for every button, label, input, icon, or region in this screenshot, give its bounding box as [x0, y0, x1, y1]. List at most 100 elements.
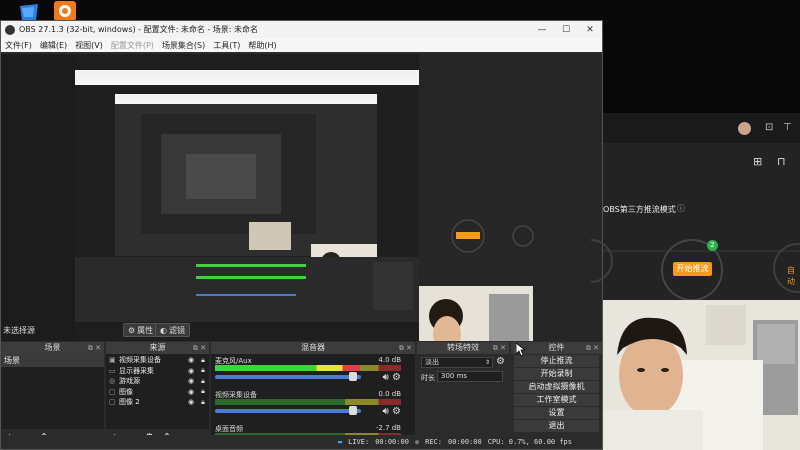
obs-titlebar: OBS 27.1.3 (32-bit, windows) - 配置文件: 未命名…	[1, 21, 602, 38]
gift-icon[interactable]: ⊞	[753, 155, 762, 168]
lock-icon[interactable]: 🔒︎	[197, 356, 209, 365]
spinner-arrows-icon: ⇕	[484, 359, 490, 366]
transition-gear-icon[interactable]: ⚙	[496, 356, 505, 367]
scenes-dock-header: 场景 ⧉ ✕	[1, 342, 104, 354]
source-name: 视频采集设备	[119, 356, 161, 365]
source-row[interactable]: ▢ 图像 ◉ 🔒︎	[106, 387, 209, 398]
filters-label: 滤镜	[168, 325, 185, 335]
maximize-button[interactable]: ☐	[554, 25, 578, 35]
filters-button[interactable]: ◐ 滤镜	[155, 323, 190, 337]
shirt-icon[interactable]: ⊤	[783, 122, 792, 133]
mixer-channel: 麦克风/Aux 4.0 dB 🔊︎ ⚙	[215, 356, 401, 390]
lock-icon[interactable]: 🔒︎	[197, 377, 209, 386]
help-icon[interactable]: ⓘ	[677, 203, 685, 214]
duration-input[interactable]: 300 ms	[437, 371, 503, 382]
step-badge: 2	[707, 240, 718, 251]
source-name: 图像 2	[119, 398, 140, 407]
lock-icon[interactable]: 🔒︎	[197, 366, 209, 375]
meter-fill	[215, 365, 361, 371]
menu-help[interactable]: 帮助(H)	[248, 40, 276, 51]
scenes-list: 场景	[1, 354, 104, 429]
source-row[interactable]: ▣ 视频采集设备 ◉ 🔒︎	[106, 355, 209, 366]
visibility-eye-icon[interactable]: ◉	[185, 356, 197, 364]
monitor-icon: ▭	[109, 366, 116, 375]
channel-db: 4.0 dB	[378, 356, 401, 364]
live-label: LIVE:	[348, 438, 370, 446]
slider-knob[interactable]	[348, 406, 357, 415]
menu-tools[interactable]: 工具(T)	[213, 40, 240, 51]
speaker-gear-icon[interactable]: 🔊︎ ⚙	[383, 406, 401, 417]
gear-icon: ⚙	[128, 325, 136, 335]
close-button[interactable]: ✕	[578, 25, 602, 35]
properties-button[interactable]: ⚙ 属性	[123, 323, 159, 337]
duration-label: 时长	[421, 374, 435, 382]
camera-icon: ▣	[109, 356, 116, 365]
transitions-dock: 转场特效 ⧉ ✕ 淡出 ⇕ ⚙ 时长 300 ms	[417, 342, 509, 445]
visibility-eye-icon[interactable]: ◉	[185, 388, 197, 396]
image-icon: ▢	[109, 387, 116, 396]
dock-float-close-icon[interactable]: ⧉ ✕	[88, 342, 101, 354]
obs-window-title: OBS 27.1.3 (32-bit, windows) - 配置文件: 未命名…	[19, 25, 259, 34]
streaming-app-panel: ⊡ ⊤ ⊞ ⊓ OBS第三方推流模式 ⓘ 开始推流 2 自动	[591, 113, 800, 450]
source-row[interactable]: ◎ 游戏源 ◉ 🔒︎	[106, 376, 209, 387]
menu-edit[interactable]: 编辑(E)	[40, 40, 67, 51]
obs-menubar: 文件(F) 编辑(E) 视图(V) 配置文件(P) 场景集合(S) 工具(T) …	[1, 38, 602, 52]
settings-button[interactable]: 设置	[514, 407, 599, 419]
stop-streaming-button[interactable]: 停止推流	[514, 355, 599, 367]
scene-item[interactable]: 场景	[1, 354, 104, 367]
controls-dock: 控件 ⧉ ✕ 停止推流 开始录制 启动虚拟摄像机 工作室模式 设置 退出	[511, 342, 602, 445]
duration-value: 300 ms	[441, 372, 468, 380]
mixer-dock: 混音器 ⧉ ✕ 麦克风/Aux 4.0 dB 🔊︎ ⚙ 视频采集设备 0.0 d…	[211, 342, 415, 445]
message-icon[interactable]: ⊡	[765, 122, 773, 133]
lock-icon[interactable]: 🔒︎	[197, 398, 209, 407]
avatar[interactable]	[738, 122, 751, 135]
menu-file[interactable]: 文件(F)	[5, 40, 32, 51]
exit-button[interactable]: 退出	[514, 420, 599, 432]
live-time: 00:00:00	[375, 438, 409, 446]
transitions-body: 淡出 ⇕ ⚙ 时长 300 ms	[417, 354, 509, 445]
volume-meter	[215, 365, 401, 371]
gamepad-icon: ◎	[109, 377, 116, 386]
obs-third-party-mode-label: OBS第三方推流模式	[603, 205, 676, 214]
controls-body: 停止推流 开始录制 启动虚拟摄像机 工作室模式 设置 退出	[511, 354, 602, 445]
studio-mode-button[interactable]: 工作室模式	[514, 394, 599, 406]
channel-db: -2.7 dB	[375, 424, 401, 432]
menu-profile[interactable]: 配置文件(P)	[111, 40, 154, 51]
menu-scene-collection[interactable]: 场景集合(S)	[162, 40, 205, 51]
sources-dock: 来源 ⧉ ✕ ▣ 视频采集设备 ◉ 🔒︎ ▭ 显示器采集 ◉ 🔒︎ ◎ 游戏源 …	[106, 342, 209, 445]
menu-view[interactable]: 视图(V)	[75, 40, 103, 51]
obs-preview-canvas[interactable]	[1, 54, 602, 374]
source-row[interactable]: ▭ 显示器采集 ◉ 🔒︎	[106, 366, 209, 377]
dock-float-close-icon[interactable]: ⧉ ✕	[399, 342, 412, 354]
source-row[interactable]: ▢ 图像 2 ◉ 🔒︎	[106, 397, 209, 408]
volume-slider[interactable]	[215, 372, 361, 381]
visibility-eye-icon[interactable]: ◉	[185, 398, 197, 406]
transitions-dock-header: 转场特效 ⧉ ✕	[417, 342, 509, 354]
mixer-channels: 麦克风/Aux 4.0 dB 🔊︎ ⚙ 视频采集设备 0.0 dB 🔊︎ ⚙ 桌…	[211, 354, 415, 445]
start-recording-button[interactable]: 开始录制	[514, 368, 599, 380]
lock-icon[interactable]: 🔒︎	[197, 387, 209, 396]
webcam-feed	[603, 300, 800, 450]
volume-slider[interactable]	[215, 406, 361, 415]
obs-statusbar: ▬ LIVE: 00:00:00 ● REC: 00:00:00 CPU: 0.…	[1, 435, 602, 449]
desktop: OBS 27.1.3 (32-bit, windows) - 配置文件: 未命名…	[0, 0, 800, 450]
image-icon: ▢	[109, 398, 116, 407]
visibility-eye-icon[interactable]: ◉	[185, 377, 197, 385]
speaker-gear-icon[interactable]: 🔊︎ ⚙	[383, 372, 401, 383]
visibility-eye-icon[interactable]: ◉	[185, 367, 197, 375]
dock-float-close-icon[interactable]: ⧉ ✕	[586, 342, 599, 354]
dock-float-close-icon[interactable]: ⧉ ✕	[193, 342, 206, 354]
rec-label: REC:	[425, 438, 442, 446]
cpu-fps-readout: CPU: 0.7%, 60.00 fps	[487, 438, 572, 446]
minimize-button[interactable]: —	[530, 25, 554, 35]
volume-meter	[215, 399, 401, 405]
dock-float-close-icon[interactable]: ⧉ ✕	[493, 342, 506, 354]
slider-knob[interactable]	[348, 372, 357, 381]
properties-label: 属性	[137, 325, 154, 335]
transition-select[interactable]: 淡出 ⇕	[421, 357, 493, 368]
lock-icon[interactable]: ⊓	[777, 155, 786, 168]
start-stream-button[interactable]: 开始推流	[673, 262, 712, 276]
controls-dock-title: 控件	[548, 343, 565, 352]
source-name: 显示器采集	[119, 366, 154, 375]
start-virtual-camera-button[interactable]: 启动虚拟摄像机	[514, 381, 599, 393]
